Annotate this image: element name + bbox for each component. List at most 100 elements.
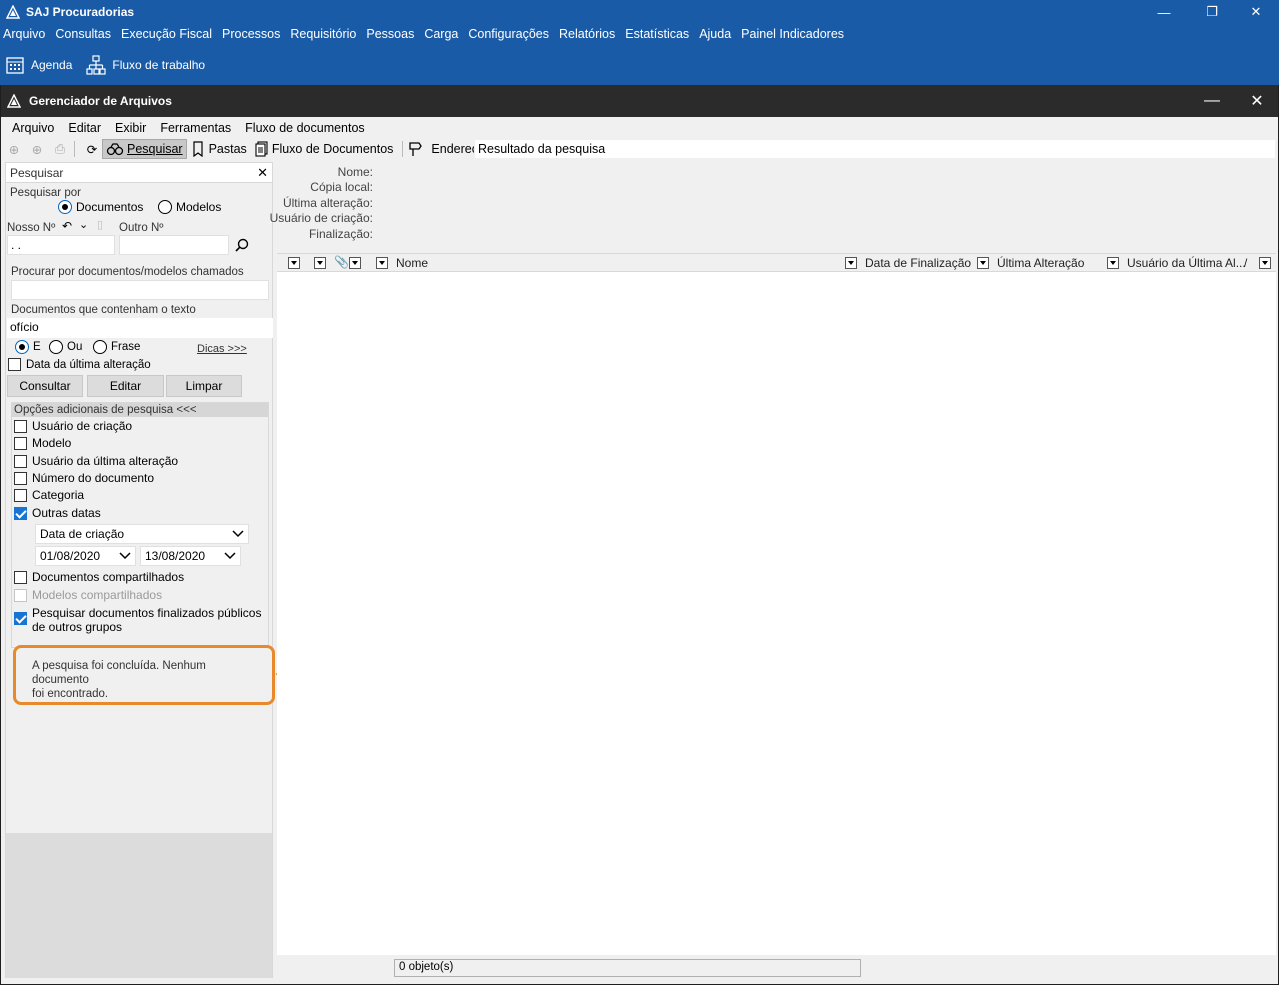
col-last-change-user-header[interactable]: Usuário da Última Al... <box>1127 256 1246 270</box>
last-change-date-box <box>8 358 21 371</box>
date-to-value: 13/08/2020 <box>145 549 206 563</box>
col-last-change-header[interactable]: Última Alteração <box>997 256 1084 270</box>
opt-other-dates[interactable]: Outras datas <box>14 506 101 520</box>
menu-estatisticas[interactable]: Estatísticas <box>625 27 689 41</box>
child-close-icon[interactable]: ✕ <box>1234 85 1279 117</box>
col-filter-dropdown[interactable] <box>1107 257 1119 269</box>
print-icon[interactable]: ⎙ <box>50 139 70 159</box>
new-document-icon[interactable]: ⊕ <box>4 139 24 159</box>
agenda-label: Agenda <box>31 57 73 72</box>
menu-ajuda[interactable]: Ajuda <box>699 27 731 41</box>
opt-public-finalized-box <box>14 612 27 625</box>
new-copy-icon[interactable]: ⊕ <box>27 139 47 159</box>
text-search-label: Documentos que contenham o texto <box>11 304 196 316</box>
opt-doc-number[interactable]: Número do documento <box>14 471 154 485</box>
child-menu-exibir[interactable]: Exibir <box>115 121 146 135</box>
last-change-date-checkbox[interactable]: Data da última alteração <box>8 358 151 371</box>
child-menu-fluxo-documentos[interactable]: Fluxo de documentos <box>245 121 365 135</box>
menu-processos[interactable]: Processos <box>222 27 280 41</box>
date-to-picker[interactable]: 13/08/2020 <box>140 546 241 566</box>
opt-public-finalized[interactable]: Pesquisar documentos finalizados público… <box>14 606 261 634</box>
tips-link[interactable]: Dicas >>> <box>197 343 247 355</box>
restore-icon[interactable]: ❐ <box>1189 0 1235 24</box>
date-type-select[interactable]: Data de criação <box>35 524 249 544</box>
opt-creator-user[interactable]: Usuário de criação <box>14 419 132 433</box>
col-finalization-date-header[interactable]: Data de Finalização <box>865 256 971 270</box>
file-manager-title: Gerenciador de Arquivos <box>29 94 172 108</box>
agenda-button[interactable]: Agenda <box>5 55 72 75</box>
app-toolbar: Agenda Fluxo de trabalho <box>0 44 1279 85</box>
col-name-header[interactable]: Nome <box>396 256 428 270</box>
calendar-icon <box>6 56 24 74</box>
info-name-label: Nome: <box>337 165 373 179</box>
minimize-icon[interactable]: — <box>1141 0 1187 24</box>
name-search-input[interactable] <box>11 280 269 300</box>
opt-category[interactable]: Categoria <box>14 488 84 502</box>
edit-button[interactable]: Editar <box>87 375 164 397</box>
result-message: A pesquisa foi concluída. Nenhum documen… <box>13 645 275 705</box>
search-tool-button[interactable]: Pesquisar <box>102 139 187 159</box>
menu-consultas[interactable]: Consultas <box>55 27 111 41</box>
opt-public-finalized-label: Pesquisar documentos finalizados público… <box>32 606 261 634</box>
doc-flow-tool-button[interactable]: Fluxo de Documentos <box>252 139 397 159</box>
workflow-button[interactable]: Fluxo de trabalho <box>86 54 205 75</box>
opt-last-change-user[interactable]: Usuário da última alteração <box>14 454 178 468</box>
search-panel: Pesquisar ✕ Pesquisar por Documentos Mod… <box>5 162 273 978</box>
child-menu-bar: Arquivo Editar Exibir Ferramentas Fluxo … <box>1 118 1278 138</box>
signpost-icon <box>409 142 423 156</box>
col-filter-dropdown[interactable] <box>288 257 300 269</box>
child-menu-editar[interactable]: Editar <box>68 121 101 135</box>
folders-tool-button[interactable]: Pastas <box>189 139 250 159</box>
col-filter-dropdown[interactable] <box>314 257 326 269</box>
chevron-down-icon <box>232 530 244 538</box>
toolbar-separator <box>402 141 404 157</box>
op-and-radio[interactable]: E <box>15 340 41 354</box>
opt-shared-docs[interactable]: Documentos compartilhados <box>14 570 184 584</box>
menu-requisitorio[interactable]: Requisitório <box>290 27 356 41</box>
app-title: SAJ Procuradorias <box>26 5 135 19</box>
child-minimize-icon[interactable]: — <box>1189 85 1235 117</box>
col-filter-dropdown[interactable] <box>349 257 361 269</box>
refresh-icon[interactable]: ⟳ <box>82 139 102 159</box>
text-search-input[interactable]: ofício <box>7 318 273 338</box>
toolbar-separator <box>74 141 75 157</box>
op-phrase-radio[interactable]: Frase <box>93 340 140 354</box>
close-icon[interactable]: ✕ <box>1233 0 1279 24</box>
col-filter-dropdown[interactable] <box>1259 257 1271 269</box>
menu-pessoas[interactable]: Pessoas <box>366 27 414 41</box>
info-creator-user-label: Usuário de criação: <box>269 211 373 225</box>
col-filter-dropdown[interactable] <box>977 257 989 269</box>
menu-carga[interactable]: Carga <box>424 27 458 41</box>
menu-relatorios[interactable]: Relatórios <box>559 27 615 41</box>
col-filter-dropdown[interactable] <box>845 257 857 269</box>
chevron-down-icon <box>119 552 131 560</box>
folders-tool-label: Pastas <box>208 142 247 156</box>
result-message-line2: foi encontrado. <box>32 688 109 700</box>
file-manager-title-bar: Gerenciador de Arquivos <box>1 85 1278 117</box>
date-from-value: 01/08/2020 <box>40 549 101 563</box>
extra-options-group: Opções adicionais de pesquisa <<< Usuári… <box>11 402 269 648</box>
opt-last-change-user-box <box>14 454 27 468</box>
results-grid[interactable] <box>277 272 1276 955</box>
address-field[interactable]: Resultado da pesquisa <box>474 139 1276 159</box>
opt-model[interactable]: Modelo <box>14 436 71 450</box>
date-from-picker[interactable]: 01/08/2020 <box>35 546 136 566</box>
menu-painel-indicadores[interactable]: Painel Indicadores <box>741 27 844 41</box>
app-title-bar: SAJ Procuradorias <box>0 0 1279 24</box>
workflow-icon <box>86 54 106 75</box>
consult-button[interactable]: Consultar <box>7 375 83 397</box>
menu-configuracoes[interactable]: Configurações <box>468 27 549 41</box>
op-phrase-dot <box>93 340 107 354</box>
opt-shared-docs-box <box>14 570 27 584</box>
info-finalization-label: Finalização: <box>308 227 373 241</box>
op-or-radio[interactable]: Ou <box>49 340 82 354</box>
menu-execucao-fiscal[interactable]: Execução Fiscal <box>121 27 212 41</box>
opt-shared-models-box <box>14 588 27 602</box>
clear-button[interactable]: Limpar <box>166 375 242 397</box>
col-filter-dropdown[interactable] <box>376 257 388 269</box>
extra-options-header[interactable]: Opções adicionais de pesquisa <<< <box>12 403 268 417</box>
opt-creator-user-box <box>14 419 27 433</box>
child-menu-arquivo[interactable]: Arquivo <box>12 121 54 135</box>
menu-arquivo[interactable]: Arquivo <box>3 27 45 41</box>
child-menu-ferramentas[interactable]: Ferramentas <box>160 121 231 135</box>
